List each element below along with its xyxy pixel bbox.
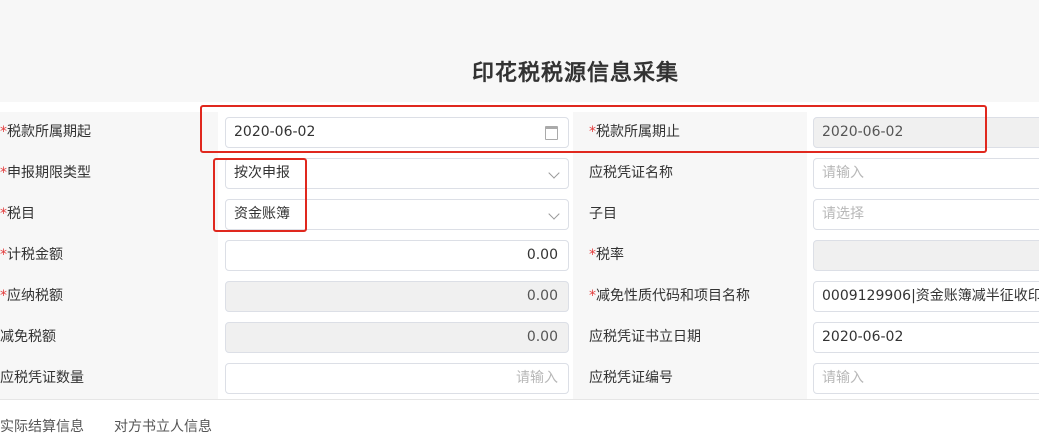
label-tax-relief: 减免税额	[0, 317, 218, 358]
form-row-filing-type: *申报期限类型 按次申报 应税凭证名称 请输入	[0, 153, 1039, 195]
label-taxable-amount: *计税金额	[0, 235, 218, 276]
label-tax-item: *税目	[0, 194, 218, 235]
form-row-tax-payable: *应纳税额 0.00 *减免性质代码和项目名称 0009129906|资金账簿减…	[0, 276, 1039, 318]
tab-counterparty[interactable]: 对方书立人信息	[114, 416, 212, 436]
label-voucher-name: 应税凭证名称	[573, 153, 807, 194]
label-voucher-date: 应税凭证书立日期	[573, 317, 807, 358]
required-mark: *	[0, 124, 7, 140]
tab-actual-settlement[interactable]: 实际结算信息	[0, 416, 84, 436]
voucher-count-input[interactable]: 请输入	[225, 363, 569, 394]
form-row-tax-relief: 减免税额 0.00 应税凭证书立日期 2020-06-02	[0, 317, 1039, 359]
label-sub-item: 子目	[573, 194, 807, 235]
tax-payable-field: 0.00	[225, 281, 569, 312]
tax-rate-field	[813, 240, 1039, 271]
voucher-number-input[interactable]: 请输入	[813, 363, 1039, 394]
required-mark: *	[589, 247, 596, 263]
sub-item-select[interactable]: 请选择	[813, 199, 1039, 230]
tab-bar: 实际结算信息 对方书立人信息	[0, 412, 1039, 435]
highlight-box-period	[200, 105, 987, 153]
required-mark: *	[589, 288, 596, 304]
form-row-voucher-count: 应税凭证数量 请输入 应税凭证编号 请输入	[0, 358, 1039, 400]
form-row-taxable-amount: *计税金额 0.00 *税率	[0, 235, 1039, 277]
required-mark: *	[0, 206, 7, 222]
chevron-down-icon	[548, 208, 560, 220]
form-row-tax-item: *税目 资金账簿 子目 请选择	[0, 194, 1039, 236]
taxable-amount-input[interactable]: 0.00	[225, 240, 569, 271]
relief-code-select[interactable]: 0009129906|资金账簿减半征收印花税	[813, 281, 1039, 312]
label-voucher-number: 应税凭证编号	[573, 358, 807, 399]
voucher-date-picker[interactable]: 2020-06-02	[813, 322, 1039, 353]
required-mark: *	[0, 288, 7, 304]
label-tax-rate: *税率	[573, 235, 807, 276]
label-tax-payable: *应纳税额	[0, 276, 218, 317]
voucher-name-input[interactable]: 请输入	[813, 158, 1039, 189]
label-period-start: *税款所属期起	[0, 112, 218, 153]
required-mark: *	[0, 247, 7, 263]
tax-relief-field: 0.00	[225, 322, 569, 353]
label-voucher-count: 应税凭证数量	[0, 358, 218, 399]
required-mark: *	[0, 165, 7, 181]
page-title: 印花税税源信息采集	[472, 61, 680, 86]
label-relief-code: *减免性质代码和项目名称	[573, 276, 807, 317]
chevron-down-icon	[548, 167, 560, 179]
top-band	[0, 0, 1039, 30]
highlight-box-type	[213, 158, 307, 232]
label-filing-type: *申报期限类型	[0, 153, 218, 194]
